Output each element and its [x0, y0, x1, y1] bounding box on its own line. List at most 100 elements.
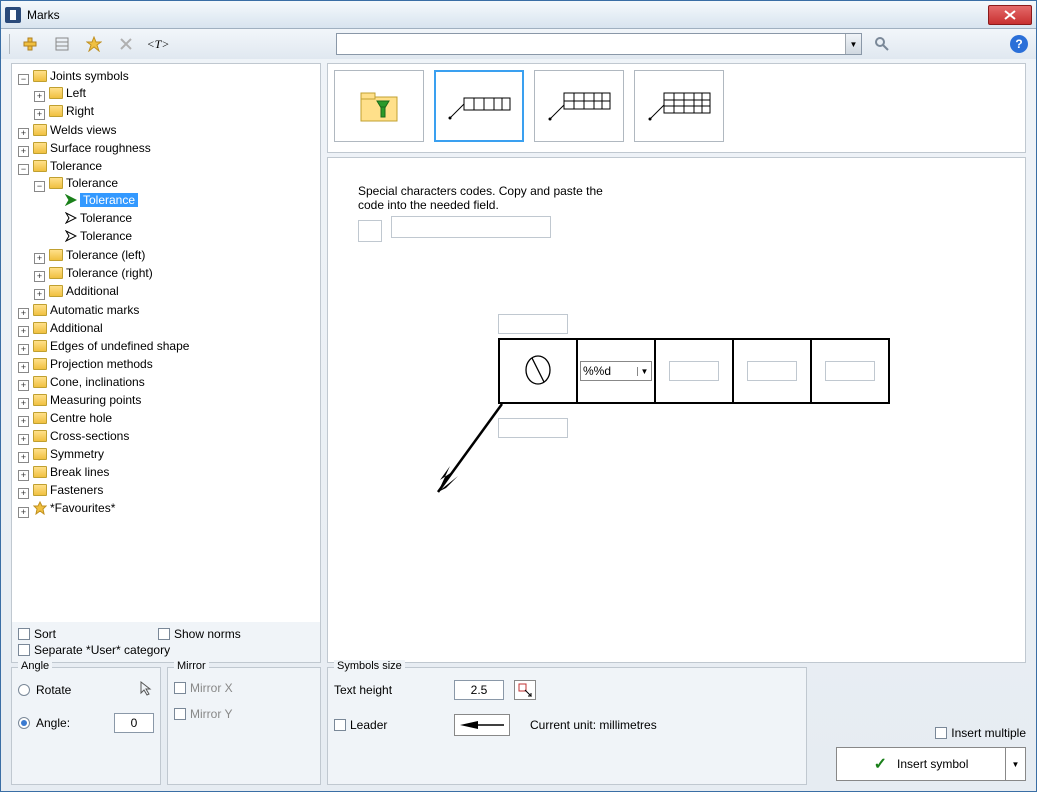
thumb-tolerance-2[interactable]	[534, 70, 624, 142]
tree-toggle[interactable]: −	[18, 74, 29, 85]
tree-toggle[interactable]: −	[18, 164, 29, 175]
pick-height-button[interactable]	[514, 680, 536, 700]
tree-toggle[interactable]: +	[18, 380, 29, 391]
hint-code-box[interactable]	[358, 220, 382, 242]
show-norms-checkbox[interactable]: Show norms	[158, 626, 241, 642]
search-button[interactable]	[870, 32, 894, 56]
tree-toggle[interactable]: −	[34, 181, 45, 192]
tree-node[interactable]: Tolerance (left)	[47, 248, 147, 262]
delete-button[interactable]	[114, 32, 138, 56]
tree-node[interactable]: Right	[47, 104, 96, 118]
tree-toggle[interactable]: +	[34, 109, 45, 120]
datum2-input[interactable]	[747, 361, 797, 381]
value-dropdown[interactable]: %%d ▼	[580, 361, 652, 381]
tree-node[interactable]: Left	[47, 86, 88, 100]
sort-checkbox[interactable]: Sort	[18, 626, 158, 642]
chevron-down-icon[interactable]: ▼	[845, 34, 861, 54]
tree-node[interactable]: Projection methods	[31, 357, 155, 371]
mirror-y-checkbox[interactable]: Mirror Y	[174, 706, 314, 722]
tree-toggle[interactable]: +	[18, 128, 29, 139]
cell-value[interactable]: %%d ▼	[577, 339, 655, 403]
tree-node[interactable]: Surface roughness	[31, 141, 153, 155]
tree-node[interactable]: Tolerance	[47, 176, 120, 190]
tree-toggle[interactable]: +	[18, 398, 29, 409]
hint-input[interactable]	[391, 216, 551, 238]
tree-node[interactable]: Cross-sections	[31, 429, 131, 443]
top-input-box	[498, 314, 568, 334]
text-height-input[interactable]	[454, 680, 504, 700]
help-button[interactable]: ?	[1010, 35, 1028, 53]
folder-icon	[33, 340, 47, 352]
plus-icon	[23, 37, 37, 51]
tree-toggle[interactable]: +	[18, 308, 29, 319]
thumb-tolerance-3[interactable]	[634, 70, 724, 142]
tree-node[interactable]: Break lines	[31, 465, 111, 479]
mirror-group: Mirror Mirror X Mirror Y	[167, 667, 321, 785]
tree-node[interactable]: Measuring points	[31, 393, 143, 407]
tree-node[interactable]: Additional	[31, 321, 105, 335]
thumb-folder[interactable]	[334, 70, 424, 142]
symbols-size-group: Symbols size Text height Leader Current …	[327, 667, 807, 785]
tree-node[interactable]: Tolerance (right)	[47, 266, 155, 280]
tree-node[interactable]: Tolerance	[31, 159, 104, 173]
tree-node[interactable]: Tolerance	[63, 193, 140, 207]
tree-toggle[interactable]: +	[34, 253, 45, 264]
cell-symbol[interactable]	[499, 339, 577, 403]
tree-node[interactable]: Additional	[47, 284, 121, 298]
separate-user-checkbox[interactable]: Separate *User* category	[18, 642, 314, 658]
tree-node[interactable]: Joints symbols	[31, 69, 131, 83]
tree-node[interactable]: Tolerance	[63, 211, 134, 225]
close-button[interactable]	[988, 5, 1032, 25]
tree-node[interactable]: Automatic marks	[31, 303, 141, 317]
hint-area: Special characters codes. Copy and paste…	[358, 184, 618, 242]
tree-toggle[interactable]: +	[18, 344, 29, 355]
tree-toggle[interactable]: +	[18, 470, 29, 481]
tree-toggle[interactable]: +	[18, 434, 29, 445]
right-panel: Special characters codes. Copy and paste…	[327, 63, 1026, 663]
chevron-down-icon[interactable]: ▼	[637, 367, 651, 376]
cell-datum3[interactable]	[811, 339, 889, 403]
tree-node[interactable]: *Favourites*	[31, 501, 117, 515]
add-button[interactable]	[18, 32, 42, 56]
tree-toggle[interactable]: +	[34, 91, 45, 102]
tree-toggle[interactable]: +	[18, 146, 29, 157]
top-input[interactable]	[498, 314, 568, 334]
tree[interactable]: −Joints symbols+Left+Right+Welds views+S…	[12, 64, 320, 622]
tree-toggle[interactable]: +	[18, 326, 29, 337]
tree-label: Tolerance (right)	[66, 266, 153, 280]
text-tool-button[interactable]: <T>	[146, 32, 170, 56]
favourite-button[interactable]	[82, 32, 106, 56]
tree-node[interactable]: Centre hole	[31, 411, 114, 425]
tree-toggle[interactable]: +	[18, 507, 29, 518]
tree-node[interactable]: Welds views	[31, 123, 118, 137]
tree-toggle[interactable]: +	[34, 289, 45, 300]
tree-node[interactable]: Fasteners	[31, 483, 105, 497]
tree-node[interactable]: Cone, inclinations	[31, 375, 147, 389]
cell-datum2[interactable]	[733, 339, 811, 403]
tree-toggle[interactable]: +	[18, 488, 29, 499]
insert-multiple-checkbox[interactable]: Insert multiple	[935, 725, 1026, 741]
tree-node[interactable]: Tolerance	[63, 229, 134, 243]
tree-node[interactable]: Edges of undefined shape	[31, 339, 191, 353]
thumb-tolerance-1[interactable]	[434, 70, 524, 142]
leader-style-button[interactable]	[454, 714, 510, 736]
cell-datum1[interactable]	[655, 339, 733, 403]
details-button[interactable]	[50, 32, 74, 56]
datum3-input[interactable]	[825, 361, 875, 381]
tree-toggle[interactable]: +	[18, 362, 29, 373]
current-unit-label: Current unit: millimetres	[530, 718, 657, 732]
rotate-radio[interactable]	[18, 684, 30, 696]
tree-node[interactable]: Symmetry	[31, 447, 106, 461]
tree-toggle[interactable]: +	[34, 271, 45, 282]
insert-symbol-button[interactable]: ✓ Insert symbol	[836, 747, 1006, 781]
tree-toggle[interactable]: +	[18, 416, 29, 427]
insert-symbol-dropdown[interactable]: ▼	[1006, 747, 1026, 781]
angle-radio[interactable]	[18, 717, 30, 729]
sort-label: Sort	[34, 627, 56, 641]
mirror-x-checkbox[interactable]: Mirror X	[174, 680, 314, 696]
angle-input[interactable]	[114, 713, 154, 733]
datum1-input[interactable]	[669, 361, 719, 381]
leader-checkbox[interactable]: Leader	[334, 717, 444, 733]
search-combo[interactable]: ▼	[336, 33, 862, 55]
tree-toggle[interactable]: +	[18, 452, 29, 463]
